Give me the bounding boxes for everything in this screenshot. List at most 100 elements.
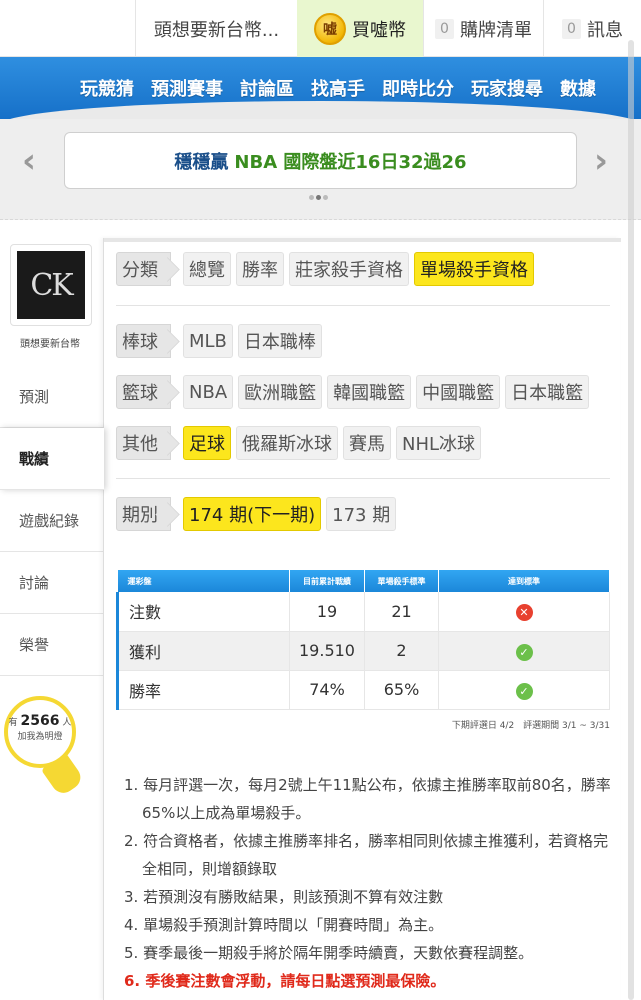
period-next[interactable]: 174 期(下一期) xyxy=(183,497,322,531)
nav-item-forum[interactable]: 討論區 xyxy=(240,75,294,101)
rule-item-warning: 6. 季後賽注數會浮動，請每日點選預測最保險。 xyxy=(124,972,446,990)
column-header-current-record: 目前累計戰績 xyxy=(289,570,365,592)
baseball-label: 棒球 xyxy=(116,324,171,358)
sidebar-item-predict[interactable]: 預測 xyxy=(0,366,103,428)
league-npb[interactable]: 日本職棒 xyxy=(237,324,322,358)
main-nav: 玩競猜 預測賽事 討論區 找高手 即時比分 玩家搜尋 數據 xyxy=(0,57,641,119)
row-standard: 2 xyxy=(364,631,439,671)
username-label: 頭想要新台幣... xyxy=(153,19,280,41)
rule-item: 2. 符合資格者，依據主推勝率排名，勝率相同則依據主推獲利，若資格完全相同，則增… xyxy=(124,832,609,878)
fail-icon: ✕ xyxy=(515,604,533,622)
rule-item: 4. 單場殺手預測計算時間以「開賽時間」為主。 xyxy=(124,916,444,934)
sidebar-item-record[interactable]: 戰績 xyxy=(0,428,104,490)
coin-icon: 嘘 xyxy=(314,12,346,45)
league-nhl[interactable]: NHL冰球 xyxy=(396,426,482,460)
follow-lightbulb-button[interactable]: 有 2566 人 加我為明燈 xyxy=(4,696,76,768)
nav-item-guess[interactable]: 玩競猜 xyxy=(80,75,134,101)
period-filter-row: 期別 174 期(下一期) 173 期 xyxy=(116,497,401,531)
rule-item: 3. 若預測沒有勝敗結果，則該預測不算有效注數 xyxy=(124,888,444,906)
column-header-met: 達到標準 xyxy=(438,570,610,592)
table-row: 獲利 19.510 2 ✓ xyxy=(116,631,610,671)
carousel-dot[interactable] xyxy=(316,195,321,200)
avatar-image: CK xyxy=(17,251,85,319)
basketball-label: 籃球 xyxy=(116,375,171,409)
row-name: 勝率 xyxy=(116,670,290,710)
category-banker-killer[interactable]: 莊家殺手資格 xyxy=(289,252,409,286)
selection-period-note: 下期評選日 4/2 評選期間 3/1 ~ 3/31 xyxy=(451,721,610,731)
league-euro-basketball[interactable]: 歐洲職籃 xyxy=(238,375,323,409)
bulb-prefix: 有 xyxy=(8,718,18,728)
other-label: 其他 xyxy=(116,426,171,460)
row-name: 獲利 xyxy=(116,631,290,671)
buy-coin-button[interactable]: 嘘 買噓幣 xyxy=(297,0,423,57)
buy-coin-label: 買噓幣 xyxy=(352,19,406,41)
check-icon: ✓ xyxy=(515,682,533,700)
bulb-suffix: 人 xyxy=(62,718,72,728)
league-horse-racing[interactable]: 賽馬 xyxy=(343,426,391,460)
row-current: 74% xyxy=(289,670,365,710)
rule-item: 1. 每月評選一次，每月2號上午11點公布，依據主推勝率取前80名，勝率65%以… xyxy=(124,776,611,822)
row-current: 19 xyxy=(289,592,365,632)
league-china-basketball[interactable]: 中國職籃 xyxy=(416,375,501,409)
record-panel: 分類 總覽 勝率 莊家殺手資格 單場殺手資格 棒球 MLB 日本職棒 籃球 NB… xyxy=(103,238,621,1000)
banner-subtitle: NBA 國際盤近16日32過26 xyxy=(234,151,467,173)
banner-title: 穩穩贏 xyxy=(174,151,229,173)
messages-button[interactable]: 0 訊息 xyxy=(543,0,641,57)
nav-item-player-search[interactable]: 玩家搜尋 xyxy=(471,75,543,101)
category-single-killer[interactable]: 單場殺手資格 xyxy=(414,252,534,286)
period-previous[interactable]: 173 期 xyxy=(326,497,397,531)
nav-item-predict[interactable]: 預測賽事 xyxy=(151,75,223,101)
league-nba[interactable]: NBA xyxy=(183,375,234,409)
top-bar: 頭想要新台幣... 嘘 買噓幣 0 購牌清單 0 訊息 xyxy=(0,0,641,57)
killer-qualification-table: 運彩盤 目前累計戰績 單場殺手標準 達到標準 注數 19 21 ✕ 獲利 19.… xyxy=(116,570,610,710)
chevron-left-icon[interactable]: ‹ xyxy=(22,141,36,181)
league-soccer[interactable]: 足球 xyxy=(183,426,231,460)
table-row: 注數 19 21 ✕ xyxy=(116,592,610,632)
check-icon: ✓ xyxy=(515,643,533,661)
follower-count: 2566 xyxy=(20,713,60,729)
purchase-list-label: 購牌清單 xyxy=(459,19,532,41)
messages-count: 0 xyxy=(562,18,581,39)
league-korea-basketball[interactable]: 韓國職籃 xyxy=(327,375,412,409)
messages-label: 訊息 xyxy=(586,19,623,41)
category-overview[interactable]: 總覽 xyxy=(183,252,231,286)
page-scrollbar[interactable] xyxy=(628,40,634,1000)
row-standard: 21 xyxy=(364,592,439,632)
column-header-standard: 單場殺手標準 xyxy=(364,570,439,592)
column-header-bet-type: 運彩盤 xyxy=(117,570,290,592)
carousel-dot[interactable] xyxy=(309,195,314,200)
nav-item-live-score[interactable]: 即時比分 xyxy=(382,75,454,101)
carousel-dots xyxy=(309,195,328,200)
chevron-right-icon[interactable]: › xyxy=(594,141,608,181)
avatar[interactable]: CK xyxy=(10,244,92,326)
rules-list: 1. 每月評選一次，每月2號上午11點公布，依據主推勝率取前80名，勝率65%以… xyxy=(124,771,614,995)
sidebar-item-game-log[interactable]: 遊戲紀錄 xyxy=(0,490,103,552)
divider xyxy=(116,305,610,306)
row-name: 注數 xyxy=(116,592,290,632)
nav-item-data[interactable]: 數據 xyxy=(560,75,596,101)
table-row: 勝率 74% 65% ✓ xyxy=(116,670,610,710)
other-filter-row: 其他 足球 俄羅斯冰球 賽馬 NHL冰球 xyxy=(116,426,486,460)
category-winrate[interactable]: 勝率 xyxy=(236,252,284,286)
banner-carousel: ‹ 穩穩贏 NBA 國際盤近16日32過26 › xyxy=(0,119,641,220)
purchase-list-count: 0 xyxy=(435,18,454,39)
league-mlb[interactable]: MLB xyxy=(183,324,233,358)
banner-slide[interactable]: 穩穩贏 NBA 國際盤近16日32過26 xyxy=(64,132,577,189)
row-current: 19.510 xyxy=(289,631,365,671)
carousel-dot[interactable] xyxy=(323,195,328,200)
purchase-list-button[interactable]: 0 購牌清單 xyxy=(423,0,543,57)
baseball-filter-row: 棒球 MLB 日本職棒 xyxy=(116,324,327,358)
category-label: 分類 xyxy=(116,252,171,286)
profile-username: 頭想要新台幣 xyxy=(20,339,80,350)
basketball-filter-row: 籃球 NBA 歐洲職籃 韓國職籃 中國職籃 日本職籃 xyxy=(116,375,594,409)
league-russia-hockey[interactable]: 俄羅斯冰球 xyxy=(236,426,338,460)
rule-item: 5. 賽季最後一期殺手將於隔年開季時續賣，天數依賽程調整。 xyxy=(124,944,534,962)
nav-item-experts[interactable]: 找高手 xyxy=(311,75,365,101)
league-japan-basketball[interactable]: 日本職籃 xyxy=(505,375,590,409)
sidebar-item-discussion[interactable]: 討論 xyxy=(0,552,103,614)
row-standard: 65% xyxy=(364,670,439,710)
profile-sidebar: CK 頭想要新台幣 預測 戰績 遊戲紀錄 討論 榮譽 有 2566 人 加我為明… xyxy=(0,238,104,1000)
user-menu[interactable]: 頭想要新台幣... xyxy=(135,0,297,57)
divider xyxy=(116,478,610,479)
sidebar-item-honor[interactable]: 榮譽 xyxy=(0,614,103,676)
